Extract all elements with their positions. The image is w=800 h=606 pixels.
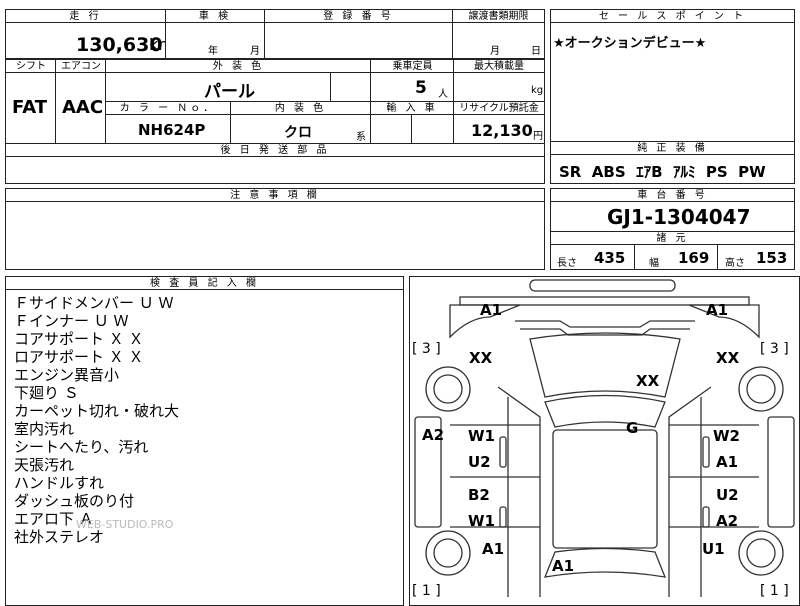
inspector-note: 室内汚れ [14, 420, 75, 438]
notes-header: 注 意 事 項 欄 [6, 189, 544, 202]
mark-rear-door-left-bottom: W1 [468, 512, 495, 530]
capacity-header: 乗車定員 [371, 60, 454, 73]
shift-value: FAT [12, 97, 48, 118]
inspector-note: Ｆサイドメンバー Ｕ Ｗ [14, 294, 174, 312]
equipment-header: 純 正 装 備 [551, 142, 794, 155]
color-no-value: NH624P [138, 121, 206, 139]
mark-front-door-left-bottom: U2 [468, 453, 491, 471]
mark-fender-left: XX [469, 349, 493, 367]
watermark: WEB-STUDIO.PRO [76, 518, 174, 531]
ac-value: AAC [62, 97, 104, 118]
inspector-note: エンジン異音小 [14, 366, 120, 384]
mark-quarter-left: A1 [482, 540, 505, 558]
mileage-header: 走 行 [6, 10, 165, 23]
inspection-year-unit: 年 [208, 46, 218, 57]
height-value: 153 [756, 249, 788, 267]
chassis-value: GJ1-1304047 [607, 205, 751, 229]
tire-rl-label: [ 1 ] [412, 583, 441, 599]
max-load-unit: kg [531, 85, 544, 96]
mark-front-door-right-top: W2 [713, 427, 740, 445]
mark-front-right: A1 [706, 301, 729, 319]
inspector-note: 天張汚れ [14, 456, 75, 474]
length-label: 長さ [557, 258, 577, 269]
parts-header: 後 日 発 送 部 品 [6, 143, 544, 157]
shift-header: シフト [6, 60, 56, 73]
inspector-note: コアサポート Ｘ Ｘ [14, 330, 144, 348]
mark-front-door-right-bottom: A1 [716, 453, 739, 471]
mark-front-door-left-top: W1 [468, 427, 495, 445]
import-header: 輸 入 車 [371, 101, 453, 115]
interior-color-header: 内 装 色 [231, 101, 370, 115]
interior-color-unit: 系 [356, 132, 366, 143]
tire-rr-label: [ 1 ] [760, 583, 789, 599]
inspector-note: ダッシュ板のり付 [14, 492, 135, 510]
inspector-note: 下廻り Ｓ [14, 384, 79, 402]
mark-front-left: A1 [480, 301, 503, 319]
length-value: 435 [594, 249, 626, 267]
interior-color-value: クロ [284, 125, 312, 141]
mark-pillar-left: A2 [422, 426, 445, 444]
mark-rear-center: A1 [552, 557, 575, 575]
exterior-color-value: パール [204, 82, 255, 102]
sales-point-header: セ ー ル ス ポ イ ン ト [551, 10, 794, 23]
inspector-box: 検 査 員 記 入 欄 Ｆサイドメンバー Ｕ Ｗ Ｆインナー Ｕ Ｗ コアサポー… [5, 276, 404, 606]
mark-fender-right: XX [716, 349, 740, 367]
registration-header: 登 録 番 号 [265, 10, 452, 23]
inspector-note: シートへたり、汚れ [14, 438, 149, 456]
inspector-note: ロアサポート Ｘ Ｘ [14, 348, 144, 366]
chassis-header: 車 台 番 号 [551, 189, 794, 202]
capacity-value: 5 [415, 78, 427, 98]
sales-point-box: セ ー ル ス ポ イ ン ト ★オークションデビュー★ [550, 9, 795, 142]
inspector-note: Ｆインナー Ｕ Ｗ [14, 312, 129, 330]
exterior-color-header: 外 装 色 [106, 60, 371, 73]
tire-fr-label: [ 3 ] [760, 341, 789, 357]
inspection-header: 車 検 [166, 10, 264, 23]
width-value: 169 [678, 249, 710, 267]
transfer-month-unit: 月 [490, 46, 500, 57]
notes-box: 注 意 事 項 欄 [5, 188, 545, 270]
recycle-header: リサイクル預託金 [454, 101, 544, 115]
inspector-note: ハンドルすれ [14, 474, 105, 492]
specs-box: シフト エアコン 外 装 色 乗車定員 最大積載量 FAT AAC パール 5 … [5, 59, 545, 184]
capacity-unit: 人 [438, 89, 448, 100]
inspector-note: カーペット切れ・破れ大 [14, 402, 180, 420]
height-label: 高さ [725, 258, 745, 269]
inspection-box: 車 検 年 月 [165, 9, 265, 59]
car-diagram: [ 3 ] [ 3 ] [ 1 ] [ 1 ] A1 A1 XX XX XX A… [409, 276, 800, 606]
mark-hood: XX [636, 372, 660, 390]
mileage-box: 走 行 130,630 km [5, 9, 174, 59]
recycle-unit: 円 [533, 131, 543, 142]
transfer-box: 譲渡書類期限 月 日 [452, 9, 545, 59]
mark-rear-door-right-top: U2 [716, 486, 739, 504]
transfer-day-unit: 日 [531, 46, 541, 57]
max-load-header: 最大積載量 [454, 60, 544, 73]
transfer-header: 譲渡書類期限 [453, 10, 544, 23]
mark-rear-door-right-bottom: A2 [716, 512, 739, 530]
equipment-box: 純 正 装 備 SR ABS ｴｱB ｱﾙﾐ PS PW [550, 141, 795, 184]
dims-header: 諸 元 [551, 231, 794, 245]
mark-rear-door-left-top: B2 [468, 486, 490, 504]
inspection-month-unit: 月 [250, 46, 260, 57]
mark-quarter-right: U1 [702, 540, 725, 558]
width-label: 幅 [649, 258, 659, 269]
registration-box: 登 録 番 号 [264, 9, 453, 59]
sales-point-text: ★オークションデビュー★ [553, 36, 707, 51]
color-no-header: カ ラ ー Ｎｏ． [106, 101, 230, 115]
recycle-value: 12,130 [471, 121, 533, 140]
chassis-box: 車 台 番 号 GJ1-1304047 諸 元 長さ 435 幅 169 高さ … [550, 188, 795, 270]
ac-header: エアコン [56, 60, 106, 73]
inspector-header: 検 査 員 記 入 欄 [6, 277, 403, 290]
equipment-value: SR ABS ｴｱB ｱﾙﾐ PS PW [559, 163, 766, 181]
tire-fl-label: [ 3 ] [412, 341, 441, 357]
mark-roof: G [626, 419, 639, 437]
